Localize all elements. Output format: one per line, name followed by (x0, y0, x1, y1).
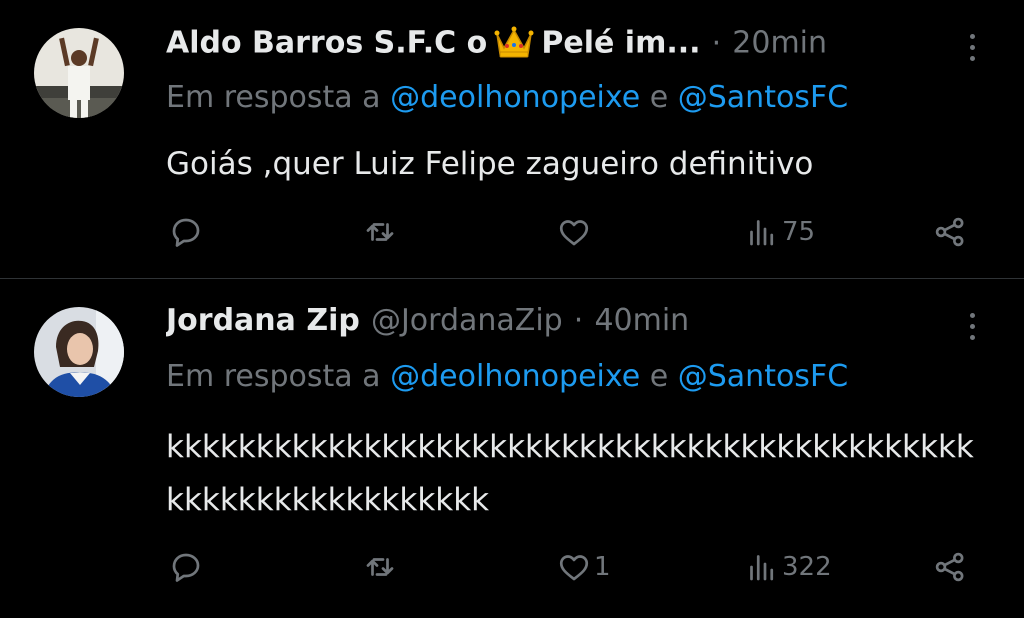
retweet-button[interactable] (362, 212, 398, 252)
avatar[interactable] (34, 307, 124, 397)
reply-context: Em resposta a @deolhonopeixe e @SantosFC (166, 80, 848, 115)
like-icon (559, 220, 589, 246)
views-button[interactable]: 75 (744, 212, 815, 252)
share-icon (935, 217, 964, 247)
reply-button[interactable] (168, 212, 204, 252)
mention-link[interactable]: @SantosFC (678, 80, 848, 115)
share-button[interactable] (932, 547, 968, 587)
share-icon (935, 552, 964, 582)
crown-emoji-icon (494, 24, 534, 62)
tweet-actions: 75 (166, 212, 984, 252)
avatar[interactable] (34, 28, 124, 118)
display-name-suffix[interactable]: Pelé im... (541, 26, 700, 61)
timestamp[interactable]: 20min (732, 26, 827, 61)
tweet-actions: 1 322 (166, 547, 984, 587)
mention-link[interactable]: @deolhonopeixe (390, 80, 640, 115)
display-name[interactable]: Aldo Barros S.F.C o (166, 26, 487, 61)
tweet[interactable]: Aldo Barros S.F.C o Pelé im... · 20min E… (0, 0, 1024, 278)
share-button[interactable] (932, 212, 968, 252)
reply-context: Em resposta a @deolhonopeixe e @SantosFC (166, 359, 848, 394)
display-name[interactable]: Jordana Zip (166, 303, 360, 338)
reply-and: e (649, 359, 669, 394)
more-icon[interactable] (968, 34, 976, 64)
tweet-header: Aldo Barros S.F.C o Pelé im... · 20min (166, 24, 984, 68)
views-button[interactable]: 322 (744, 547, 832, 587)
reply-button[interactable] (168, 547, 204, 587)
reply-and: e (649, 80, 669, 115)
user-handle[interactable]: @JordanaZip (371, 303, 563, 338)
reply-prefix: Em resposta a (166, 80, 381, 115)
views-icon (750, 220, 774, 246)
views-icon (750, 555, 774, 581)
reply-prefix: Em resposta a (166, 359, 381, 394)
like-icon (559, 555, 589, 581)
reply-icon (172, 553, 200, 582)
like-button[interactable] (556, 212, 594, 252)
more-icon[interactable] (968, 313, 976, 343)
retweet-icon (366, 223, 394, 241)
mention-link[interactable]: @SantosFC (678, 359, 848, 394)
retweet-button[interactable] (362, 547, 398, 587)
tweet-header: Jordana Zip @JordanaZip · 40min (166, 303, 984, 347)
tweet[interactable]: Jordana Zip @JordanaZip · 40min Em respo… (0, 279, 1024, 618)
tweet-text: kkkkkkkkkkkkkkkkkkkkkkkkkkkkkkkkkkkkkkkk… (166, 429, 974, 518)
views-count: 75 (782, 217, 816, 247)
reply-icon (172, 218, 200, 247)
separator: · (711, 25, 722, 61)
like-button[interactable]: 1 (556, 547, 611, 587)
separator: · (573, 303, 584, 338)
timestamp[interactable]: 40min (594, 303, 689, 338)
retweet-icon (366, 558, 394, 576)
like-count: 1 (594, 552, 611, 582)
views-count: 322 (782, 552, 832, 582)
mention-link[interactable]: @deolhonopeixe (390, 359, 640, 394)
tweet-text: Goiás ,quer Luiz Felipe zagueiro definit… (166, 146, 814, 182)
